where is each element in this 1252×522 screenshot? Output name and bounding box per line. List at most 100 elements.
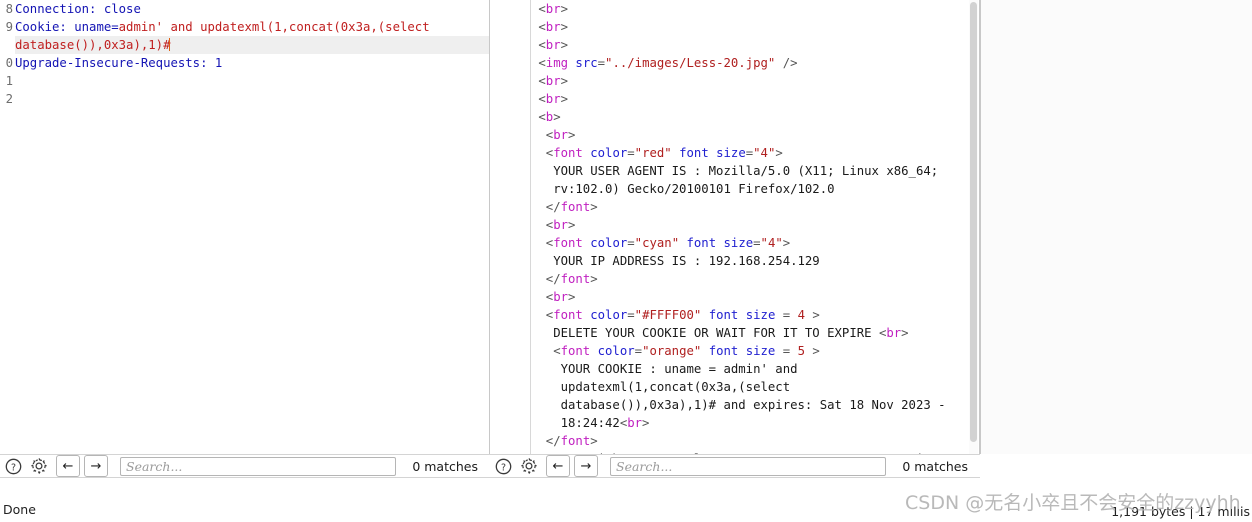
request-panel: 8 9 0 1 2 Connection: close Cookie: uname=adm… [0,0,490,500]
response-search-toolbar: ? ← → 0 matches [490,454,980,478]
request-search-input[interactable] [120,456,397,476]
response-line[interactable]: </font> [531,432,967,450]
response-token: updatexml(1,concat(0x3a,(select [560,380,791,394]
response-token: < [553,344,561,358]
response-line[interactable]: database()),0x3a),1)# and expires: Sat 1… [531,396,967,414]
response-line[interactable]: <font color="red" font size="4"> [531,144,967,162]
response-vertical-scrollbar[interactable] [969,0,978,454]
response-token: </ [545,272,561,286]
help-circle-icon[interactable]: ? [494,457,513,476]
svg-text:?: ? [501,462,506,473]
response-token: > [804,308,820,322]
request-line-number: 1 [5,74,13,88]
response-line[interactable]: YOUR USER AGENT IS : Mozilla/5.0 (X11; L… [531,162,967,180]
response-line[interactable]: <font color="#FFFF00" font size = 4 > [531,306,967,324]
request-line[interactable] [15,72,489,90]
response-token: = [775,344,798,358]
response-token: > [560,92,569,106]
response-line[interactable]: rv:102.0) Gecko/20100101 Firefox/102.0 [531,180,967,198]
response-token: < [538,92,546,106]
response-token: br [545,74,561,88]
response-viewer-body[interactable]: <br> <br> <br> <img src="../images/Less-20.… [490,0,980,454]
response-line[interactable]: <br> [531,36,967,54]
response-token: > [590,272,598,286]
response-token: font [560,200,591,214]
response-token: = [634,344,643,358]
response-scrollbar-thumb[interactable] [970,2,977,442]
request-token: Upgrade-Insecure-Requests: 1 [15,56,223,70]
response-token: > [568,128,576,142]
response-token [701,344,708,358]
response-line[interactable]: <br> [531,90,967,108]
response-token: br [553,128,569,142]
response-line[interactable]: 18:24:42<br> [531,414,967,432]
request-search-toolbar: ? ← → 0 matches [0,454,490,478]
response-token: = [627,236,635,250]
response-text-lines[interactable]: <br> <br> <br> <img src="../images/Less-20.… [531,0,967,454]
response-token: "4" [753,146,776,160]
request-line-number: 9 [5,20,13,34]
request-token: Connection: close [15,2,141,16]
response-token [672,146,679,160]
response-line[interactable]: <br> [531,18,967,36]
response-token: 5 [797,344,805,358]
response-token: DELETE YOUR COOKIE OR WAIT FOR IT TO EXP… [553,326,879,340]
request-code-area[interactable]: 8 9 0 1 2 Connection: close Cookie: uname=adm… [0,0,489,454]
request-token: database()),0x3a),1)# [15,38,171,52]
request-line[interactable]: database()),0x3a),1)# [15,36,489,54]
response-line[interactable]: YOUR COOKIE : uname = admin' and [531,360,967,378]
response-token: > [901,326,909,340]
response-token [701,308,708,322]
status-right-text: 1,191 bytes | 17 millis [1111,504,1250,519]
response-line[interactable]: <br> [531,0,967,18]
status-left-text: Done [3,502,36,517]
request-match-count: 0 matches [412,458,478,474]
request-text-lines[interactable]: Connection: close Cookie: uname=admin' an… [15,0,489,108]
response-token: br [627,416,643,430]
search-next-button[interactable]: → [84,455,108,477]
response-line[interactable]: <br> [531,288,967,306]
response-line[interactable]: <br> [531,72,967,90]
request-token: Cookie: [15,20,75,34]
request-line[interactable]: Upgrade-Insecure-Requests: 1 [15,54,489,72]
search-next-button[interactable]: → [574,455,598,477]
help-circle-icon[interactable]: ? [4,457,23,476]
response-line[interactable]: <b> [531,108,967,126]
response-line[interactable]: <font color="orange" font size = 5 > [531,342,967,360]
response-token: </ [545,200,561,214]
response-token: > [804,344,820,358]
request-line[interactable] [15,90,489,108]
response-line[interactable]: <br> [531,216,967,234]
response-token: > [590,434,598,448]
response-token: font [560,272,591,286]
request-line[interactable]: Connection: close [15,0,489,18]
inspector-panel [980,0,1252,500]
response-token: br [553,290,569,304]
response-token: font [560,434,591,448]
response-line[interactable]: <img src="../images/Less-20.jpg" /> [531,54,967,72]
response-token: YOUR USER AGENT IS : Mozilla/5.0 (X11; L… [553,164,939,178]
request-editor-body[interactable]: 8 9 0 1 2 Connection: close Cookie: uname=adm… [0,0,490,454]
response-token: br [545,20,561,34]
gear-icon[interactable] [29,457,48,476]
response-token: font size [708,308,776,322]
response-line[interactable]: <font color="cyan" font size="4"> [531,234,967,252]
request-line[interactable]: Cookie: uname=admin' and updatexml(1,con… [15,18,489,36]
response-line[interactable]: updatexml(1,concat(0x3a,(select [531,378,967,396]
response-token: > [568,290,576,304]
response-line[interactable]: <br> [531,126,967,144]
gear-icon[interactable] [519,457,538,476]
response-line[interactable]: </font> [531,198,967,216]
search-prev-button[interactable]: ← [56,455,80,477]
response-token: br [545,92,561,106]
response-line[interactable]: DELETE YOUR COOKIE OR WAIT FOR IT TO EXP… [531,324,967,342]
response-token [679,236,686,250]
response-token: > [642,416,650,430]
response-line[interactable]: </font> [531,270,967,288]
response-token: > [560,38,569,52]
response-line[interactable]: YOUR IP ADDRESS IS : 192.168.254.129 [531,252,967,270]
search-prev-button[interactable]: ← [546,455,570,477]
response-token: rv:102.0) Gecko/20100101 Firefox/102.0 [553,182,835,196]
response-search-input[interactable] [610,456,887,476]
request-token: uname= [74,20,119,34]
